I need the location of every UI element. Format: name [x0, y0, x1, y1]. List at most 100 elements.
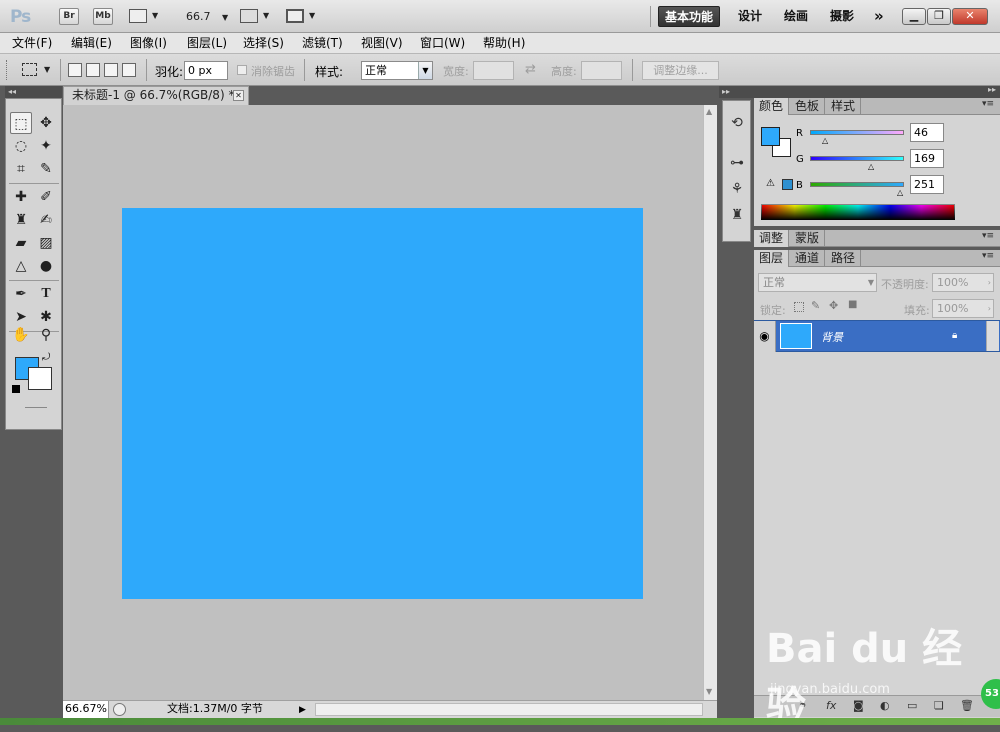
- panel-menu-icon[interactable]: ▾≡: [982, 99, 994, 109]
- menu-select[interactable]: 选择(S): [243, 35, 284, 51]
- lock-position-icon[interactable]: ✥: [829, 299, 838, 312]
- swap-colors-icon[interactable]: ⤾: [42, 352, 50, 363]
- tab-masks[interactable]: 蒙版: [790, 230, 826, 247]
- subtract-selection-button[interactable]: [104, 63, 118, 77]
- intersect-selection-button[interactable]: [122, 63, 136, 77]
- add-selection-button[interactable]: [86, 63, 100, 77]
- menu-window[interactable]: 窗口(W): [420, 35, 465, 51]
- workspace-photography[interactable]: 摄影: [824, 6, 860, 27]
- zoom-level-dropdown[interactable]: 66.7 ▼: [186, 10, 228, 23]
- lock-all-icon[interactable]: ■: [848, 299, 857, 310]
- close-button[interactable]: ✕: [952, 8, 988, 25]
- menu-file[interactable]: 文件(F): [12, 35, 52, 51]
- color-foreground-swatch[interactable]: [761, 127, 780, 146]
- blur-tool-icon[interactable]: △: [10, 255, 32, 277]
- gradient-tool-icon[interactable]: ▨: [35, 232, 57, 254]
- gamut-warning-icon[interactable]: ⚠: [766, 178, 775, 189]
- status-zoom-input[interactable]: 66.67%: [63, 701, 109, 718]
- lock-transparency-icon[interactable]: [794, 302, 804, 312]
- visibility-eye-icon[interactable]: ◉: [754, 321, 776, 352]
- web-safe-swatch[interactable]: [782, 179, 793, 190]
- feather-input[interactable]: 0 px: [184, 61, 228, 80]
- antialias-checkbox[interactable]: [237, 65, 247, 75]
- arrange-documents-button[interactable]: ▼: [240, 8, 274, 25]
- menu-filter[interactable]: 滤镜(T): [302, 35, 343, 51]
- quick-mask-icon[interactable]: [25, 407, 47, 408]
- slider-thumb-icon[interactable]: △: [897, 188, 903, 197]
- close-icon[interactable]: ✕: [233, 90, 244, 101]
- channel-r-slider[interactable]: [810, 130, 904, 135]
- dock-header[interactable]: ▸▸: [719, 86, 754, 98]
- eraser-tool-icon[interactable]: ▰: [10, 232, 32, 254]
- menu-help[interactable]: 帮助(H): [483, 35, 525, 51]
- zoom-tool-icon[interactable]: ⚲: [35, 324, 57, 346]
- minibridge-button[interactable]: Mb: [93, 8, 113, 25]
- fill-input[interactable]: 100% ›: [932, 299, 994, 318]
- workspace-painting[interactable]: 绘画: [778, 6, 814, 27]
- magic-wand-tool-icon[interactable]: ✦: [35, 135, 57, 157]
- view-extras-button[interactable]: ▼: [129, 8, 163, 25]
- dodge-tool-icon[interactable]: ●: [35, 255, 57, 277]
- layers-scrollbar[interactable]: [986, 321, 999, 351]
- background-color-swatch[interactable]: [28, 367, 52, 390]
- rectangular-marquee-tool-icon[interactable]: ⬚: [10, 112, 32, 134]
- crop-tool-icon[interactable]: ⌗: [10, 158, 32, 180]
- type-tool-icon[interactable]: T: [35, 283, 57, 305]
- tab-layers[interactable]: 图层: [754, 250, 790, 267]
- clone-stamp-tool-icon[interactable]: ♜: [10, 209, 32, 231]
- workspace-design[interactable]: 设计: [732, 6, 768, 27]
- lasso-tool-icon[interactable]: ◌: [10, 135, 32, 157]
- channel-b-input[interactable]: 251: [910, 175, 944, 194]
- hand-tool-icon[interactable]: ✋: [10, 324, 32, 346]
- channel-b-slider[interactable]: [810, 182, 904, 187]
- status-info-icon[interactable]: [113, 703, 126, 716]
- swap-icon[interactable]: ⇄: [525, 62, 536, 77]
- minimize-button[interactable]: ▁: [902, 8, 926, 25]
- clone-source-icon[interactable]: ♜: [725, 203, 749, 227]
- panel-menu-icon[interactable]: ▾≡: [982, 231, 994, 241]
- document-canvas[interactable]: [122, 208, 643, 599]
- refine-edge-button[interactable]: 调整边缘...: [642, 61, 719, 80]
- healing-brush-tool-icon[interactable]: ✚: [10, 186, 32, 208]
- channel-g-slider[interactable]: [810, 156, 904, 161]
- tab-adjustments[interactable]: 调整: [754, 230, 790, 247]
- workspace-essentials[interactable]: 基本功能: [658, 6, 721, 27]
- history-brush-tool-icon[interactable]: ✍: [35, 209, 57, 231]
- canvas-area[interactable]: [63, 105, 703, 700]
- slider-thumb-icon[interactable]: △: [868, 162, 874, 171]
- screen-mode-button[interactable]: ▼: [286, 8, 320, 25]
- menu-view[interactable]: 视图(V): [361, 35, 403, 51]
- tab-channels[interactable]: 通道: [790, 250, 826, 267]
- horizontal-scrollbar[interactable]: [315, 703, 703, 716]
- vertical-scrollbar[interactable]: ▲ ▼: [703, 105, 717, 700]
- actions-icon[interactable]: ⊶: [725, 151, 749, 175]
- opacity-input[interactable]: 100% ›: [932, 273, 994, 292]
- slider-thumb-icon[interactable]: △: [822, 136, 828, 145]
- layer-thumbnail[interactable]: [780, 323, 812, 349]
- brush-tool-icon[interactable]: ✐: [35, 186, 57, 208]
- scroll-down-icon[interactable]: ▼: [706, 687, 712, 696]
- channel-r-input[interactable]: 46: [910, 123, 944, 142]
- tools-panel-header[interactable]: ◂◂: [5, 86, 62, 98]
- layer-name[interactable]: 背景: [821, 329, 843, 345]
- brush-presets-icon[interactable]: ⚘: [725, 177, 749, 201]
- lock-pixels-icon[interactable]: ✎: [811, 299, 820, 312]
- menu-image[interactable]: 图像(I): [130, 35, 167, 51]
- more-workspaces-button[interactable]: »: [868, 6, 890, 27]
- restore-button[interactable]: ❐: [927, 8, 951, 25]
- document-tab[interactable]: 未标题-1 @ 66.7%(RGB/8) * ✕: [63, 86, 249, 105]
- pen-tool-icon[interactable]: ✒: [10, 283, 32, 305]
- panel-header[interactable]: ▸▸: [754, 85, 1000, 98]
- style-select[interactable]: 正常 ▼: [361, 61, 433, 80]
- blend-mode-select[interactable]: 正常 ▼: [758, 273, 877, 292]
- layer-row[interactable]: ◉ 背景 🔒︎: [754, 320, 1000, 352]
- channel-g-input[interactable]: 169: [910, 149, 944, 168]
- move-tool-icon[interactable]: ✥: [35, 112, 57, 134]
- status-menu-arrow-icon[interactable]: ▶: [299, 702, 311, 716]
- collapse-icon[interactable]: ▸▸: [988, 85, 996, 94]
- height-input[interactable]: [581, 61, 622, 80]
- tab-paths[interactable]: 路径: [826, 250, 862, 267]
- menu-edit[interactable]: 编辑(E): [71, 35, 112, 51]
- panel-menu-icon[interactable]: ▾≡: [982, 251, 994, 261]
- tool-preset-picker[interactable]: ▼: [20, 62, 54, 79]
